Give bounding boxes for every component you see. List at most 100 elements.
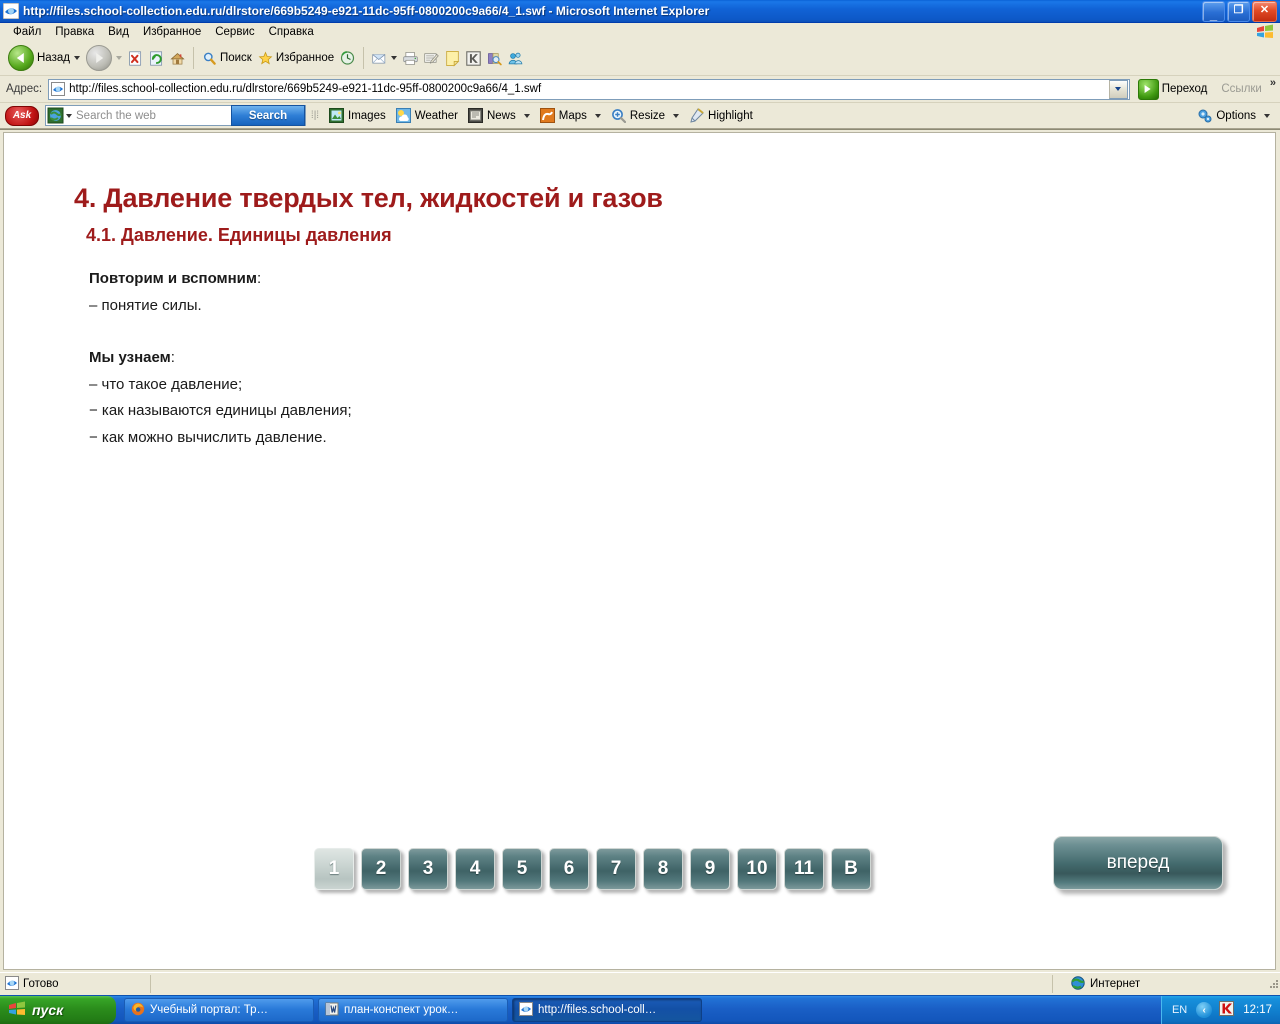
stop-button[interactable]	[125, 47, 146, 70]
refresh-button[interactable]	[146, 47, 167, 70]
system-tray: EN ‹ 12:17	[1160, 996, 1280, 1024]
print-button[interactable]	[400, 47, 421, 70]
ask-logo-icon[interactable]: Ask	[5, 105, 39, 126]
links-button[interactable]: Ссылки	[1215, 83, 1262, 95]
toolbar-separator-2	[363, 47, 365, 69]
history-button[interactable]	[337, 46, 358, 70]
links-chevron-icon[interactable]: »	[1266, 77, 1276, 89]
ask-news-dropdown-icon[interactable]	[523, 113, 530, 118]
resize-grip[interactable]	[1266, 976, 1280, 993]
slide-button-v[interactable]: В	[831, 848, 871, 890]
home-button[interactable]	[167, 47, 188, 70]
close-button[interactable]: ✕	[1252, 0, 1277, 22]
ask-highlight-button[interactable]: Highlight	[684, 108, 758, 123]
ask-news-label: News	[486, 109, 516, 122]
ask-images-button[interactable]: Images	[324, 108, 391, 123]
slide-button-3[interactable]: 3	[408, 848, 448, 890]
ask-weather-button[interactable]: Weather	[391, 108, 463, 123]
mail-button[interactable]	[369, 48, 400, 69]
forward-slide-button[interactable]: вперед	[1053, 836, 1223, 890]
ask-search-dropdown-icon[interactable]	[66, 113, 72, 118]
address-bar: Адрес: http://files.school-collection.ed…	[0, 76, 1280, 103]
ask-resize-button[interactable]: Resize	[606, 108, 684, 123]
menu-help[interactable]: Справка	[262, 25, 321, 39]
start-button[interactable]: пуск	[0, 996, 116, 1024]
taskbar-item-ie[interactable]: http://files.school-coll…	[512, 998, 702, 1022]
taskbar-item-firefox[interactable]: Учебный портал: Тр…	[124, 998, 314, 1022]
slide-button-2[interactable]: 2	[361, 848, 401, 890]
menu-favorites[interactable]: Избранное	[136, 25, 208, 39]
restore-button[interactable]: ❐	[1227, 0, 1250, 22]
slide-button-6[interactable]: 6	[549, 848, 589, 890]
favorites-label: Избранное	[275, 52, 335, 64]
menu-file[interactable]: Файл	[6, 25, 48, 39]
minimize-icon: _	[1209, 6, 1218, 22]
status-ie-icon	[5, 975, 19, 993]
slide-button-8[interactable]: 8	[643, 848, 683, 890]
review-item-1: – понятие силы.	[89, 296, 202, 314]
slide-button-5[interactable]: 5	[502, 848, 542, 890]
status-progress-cell	[151, 975, 1053, 993]
ask-options-button[interactable]: Options	[1197, 108, 1280, 123]
kaspersky-button[interactable]	[463, 47, 484, 70]
menu-tools[interactable]: Сервис	[208, 25, 261, 39]
ask-search-input[interactable]: Search the web	[76, 107, 231, 124]
address-url-text: http://files.school-collection.edu.ru/dl…	[69, 83, 542, 95]
page-subtitle: 4.1. Давление. Единицы давления	[86, 225, 392, 245]
taskbar: пуск Учебный портал: Тр… план-конспект у…	[0, 995, 1280, 1024]
page-favicon-icon	[51, 82, 66, 96]
taskbar-clock[interactable]: 12:17	[1241, 1004, 1272, 1016]
learn-item-2: − как называются единицы давления;	[89, 402, 352, 419]
show-hidden-icons-button[interactable]: ‹	[1196, 1002, 1213, 1018]
back-dropdown-icon[interactable]	[73, 56, 80, 60]
back-arrow-icon	[8, 45, 34, 71]
security-zone-text: Интернет	[1090, 978, 1141, 990]
main-toolbar: Назад Поиск Избранное	[0, 41, 1280, 76]
slide-button-7[interactable]: 7	[596, 848, 636, 890]
ask-resize-dropdown-icon[interactable]	[673, 113, 680, 118]
messenger-button[interactable]	[505, 47, 526, 70]
ask-globe-icon[interactable]	[47, 107, 64, 124]
notes-button[interactable]	[442, 47, 463, 70]
forward-dropdown-icon[interactable]	[115, 56, 122, 60]
minimize-button[interactable]: _	[1202, 0, 1225, 22]
menu-bar: Файл Правка Вид Избранное Сервис Справка	[0, 23, 1280, 41]
slide-button-1[interactable]: 1	[314, 848, 354, 890]
go-button[interactable]: Переход	[1134, 78, 1212, 101]
ask-toolbar-grip[interactable]: ⁞|⁞	[311, 108, 319, 124]
menu-edit[interactable]: Правка	[48, 25, 101, 39]
review-lead: Повторим и вспомним	[89, 270, 258, 287]
lesson-body: Повторим и вспомним: – понятие силы. Мы …	[89, 266, 849, 451]
favorites-button[interactable]: Избранное	[255, 47, 337, 70]
ask-search-button[interactable]: Search	[231, 105, 305, 126]
edit-button[interactable]	[421, 47, 442, 69]
slide-button-10[interactable]: 10	[737, 848, 777, 890]
kaspersky-tray-icon[interactable]	[1219, 1001, 1235, 1019]
section-heading-learn: Мы узнаем:	[89, 345, 849, 372]
slide-button-9[interactable]: 9	[690, 848, 730, 890]
taskbar-item-word[interactable]: план-конспект урок…	[318, 998, 508, 1022]
research-button[interactable]	[484, 47, 505, 70]
menu-view[interactable]: Вид	[101, 25, 136, 39]
ask-maps-button[interactable]: Maps	[535, 108, 606, 123]
forward-arrow-icon	[85, 45, 112, 71]
ask-options-dropdown-icon[interactable]	[1264, 113, 1270, 118]
ask-search-group: Search the web Search	[45, 105, 306, 126]
learn-colon: :	[170, 349, 175, 366]
ask-news-button[interactable]: News	[463, 108, 535, 123]
search-button[interactable]: Поиск	[199, 47, 255, 70]
forward-button[interactable]	[83, 43, 125, 73]
title-bar: http://files.school-collection.edu.ru/dl…	[0, 0, 1280, 23]
mail-dropdown-icon[interactable]	[391, 56, 398, 60]
window-controls: _ ❐ ✕	[1202, 0, 1278, 22]
ask-maps-dropdown-icon[interactable]	[594, 113, 601, 118]
go-label: Переход	[1161, 83, 1208, 95]
address-input[interactable]: http://files.school-collection.edu.ru/dl…	[48, 78, 1130, 100]
back-label: Назад	[37, 52, 70, 64]
language-indicator[interactable]: EN	[1172, 1004, 1189, 1016]
back-button[interactable]: Назад	[5, 43, 83, 73]
slide-button-11[interactable]: 11	[784, 848, 824, 890]
slide-button-4[interactable]: 4	[455, 848, 495, 890]
address-dropdown-icon[interactable]	[1108, 79, 1128, 99]
